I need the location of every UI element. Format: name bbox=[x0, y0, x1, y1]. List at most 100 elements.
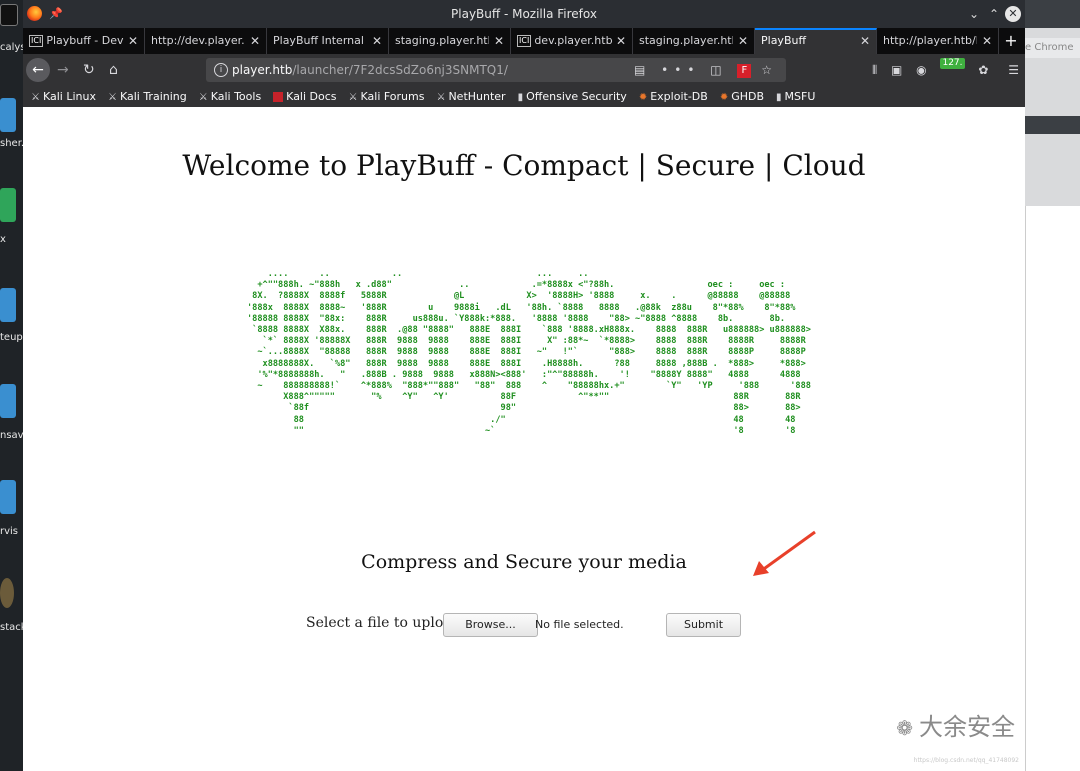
close-tab-icon[interactable]: ✕ bbox=[860, 30, 870, 52]
close-tab-icon[interactable]: ✕ bbox=[250, 28, 260, 54]
offsec-icon: ▮ bbox=[517, 92, 524, 103]
desktop-terminal-icon[interactable] bbox=[0, 4, 18, 26]
desktop-folder-icon[interactable] bbox=[0, 384, 16, 418]
bookmark-item[interactable]: ⚔ Kali Linux bbox=[31, 90, 96, 103]
tab-title: dev.player.htb bbox=[534, 34, 613, 47]
extension-puzzle-icon[interactable]: ✿ bbox=[978, 63, 988, 77]
bookmarks-toolbar: ⚔ Kali Linux ⚔ Kali Training ⚔ Kali Tools K… bbox=[23, 86, 1025, 108]
tab-strip: ICI Playbuff - Dev ✕ http://dev.player.h … bbox=[23, 28, 1025, 54]
address-bar[interactable]: i player.htb/launcher/7F2dcsSdZo6nj3SNMT… bbox=[206, 58, 786, 82]
desktop-folder-icon[interactable] bbox=[0, 98, 16, 132]
tab-title: Playbuff - Dev bbox=[46, 34, 124, 47]
upload-section-heading: Compress and Secure your media bbox=[361, 551, 687, 573]
bookmark-item[interactable]: ▮ MSFU bbox=[776, 90, 815, 103]
pin-icon[interactable]: 📌 bbox=[49, 0, 63, 28]
watermark-url: https://blog.csdn.net/qq_41748092 bbox=[913, 757, 1019, 764]
wechat-icon: ❁ bbox=[896, 716, 913, 740]
bookmark-label: Offensive Security bbox=[526, 90, 627, 103]
bookmark-item[interactable]: ✹ GHDB bbox=[720, 90, 764, 103]
background-window-bar bbox=[1025, 116, 1080, 134]
tab[interactable]: staging.player.htb ✕ bbox=[633, 28, 755, 54]
desktop-folder-icon[interactable] bbox=[0, 288, 16, 322]
minimize-icon[interactable]: ⌄ bbox=[969, 0, 979, 28]
url-path: /launcher/7F2dcsSdZo6nj3SNMTQ1/ bbox=[292, 63, 508, 77]
bookmark-label: Kali Training bbox=[119, 90, 187, 103]
close-tab-icon[interactable]: ✕ bbox=[372, 28, 382, 54]
desktop-label: teup bbox=[0, 332, 23, 343]
watermark: ❁ 大余安全 bbox=[896, 707, 1015, 742]
bookmark-star-icon[interactable]: ☆ bbox=[761, 63, 778, 77]
home-button[interactable]: ⌂ bbox=[109, 58, 118, 82]
close-tab-icon[interactable]: ✕ bbox=[494, 28, 504, 54]
firefox-icon bbox=[27, 6, 42, 21]
tab[interactable]: http://player.htb/l ✕ bbox=[877, 28, 999, 54]
ascii-art-logo: .... .. .. ... .. +^""888h. ~"888h x .d8… bbox=[247, 269, 811, 436]
bookmark-label: Kali Forums bbox=[360, 90, 425, 103]
url-text[interactable]: player.htb/launcher/7F2dcsSdZo6nj3SNMTQ1… bbox=[232, 58, 508, 82]
bookmark-label: Kali Docs bbox=[286, 90, 337, 103]
reload-button[interactable]: ↻ bbox=[83, 58, 95, 82]
tab[interactable]: http://dev.player.h ✕ bbox=[145, 28, 267, 54]
maximize-icon[interactable]: ⌃ bbox=[989, 0, 999, 28]
bookmark-item[interactable]: ⚔ NetHunter bbox=[436, 90, 505, 103]
bookmark-item[interactable]: ▮ Offensive Security bbox=[518, 90, 627, 103]
bookmark-item[interactable]: ⚔ Kali Training bbox=[108, 90, 187, 103]
tab[interactable]: ICI dev.player.htb ✕ bbox=[511, 28, 633, 54]
background-chrome-tab[interactable]: e Chrome bbox=[1025, 38, 1080, 58]
kali-icon: ⚔ bbox=[198, 92, 208, 103]
account-icon[interactable]: ◉ bbox=[916, 63, 926, 77]
tab[interactable]: staging.player.htb/ ✕ bbox=[389, 28, 511, 54]
window-titlebar[interactable]: 📌 PlayBuff - Mozilla Firefox ⌄ ⌃ ✕ bbox=[23, 0, 1025, 28]
page-actions-icon[interactable]: ••• bbox=[661, 63, 700, 77]
offsec-icon: ▮ bbox=[776, 92, 782, 103]
bookmark-label: Kali Tools bbox=[210, 90, 262, 103]
back-button[interactable]: ← bbox=[26, 58, 50, 82]
library-icon[interactable]: ⫴ bbox=[872, 63, 877, 77]
submit-button[interactable]: Submit bbox=[666, 613, 741, 637]
close-tab-icon[interactable]: ✕ bbox=[738, 28, 748, 54]
page-title: Welcome to PlayBuff - Compact | Secure |… bbox=[182, 149, 866, 182]
extension-icon[interactable]: F bbox=[737, 63, 752, 78]
tab-title: PlayBuff bbox=[761, 34, 807, 47]
kali-icon: ⚔ bbox=[436, 92, 446, 103]
bookmark-label: GHDB bbox=[731, 90, 765, 103]
menu-icon[interactable]: ☰ bbox=[1008, 63, 1019, 77]
desktop-label: stack bbox=[0, 622, 23, 633]
tab[interactable]: ICI Playbuff - Dev ✕ bbox=[23, 28, 145, 54]
browse-button[interactable]: Browse... bbox=[443, 613, 538, 637]
close-tab-icon[interactable]: ✕ bbox=[616, 28, 626, 54]
bookmark-item[interactable]: Kali Docs bbox=[273, 90, 337, 103]
close-window-button[interactable]: ✕ bbox=[1005, 6, 1021, 22]
bookmark-item[interactable]: ⚔ Kali Tools bbox=[199, 90, 261, 103]
site-info-icon[interactable]: i bbox=[214, 63, 228, 77]
pocket-icon[interactable]: ◫ bbox=[710, 63, 727, 77]
close-tab-icon[interactable]: ✕ bbox=[128, 28, 138, 54]
bookmark-label: Kali Linux bbox=[42, 90, 96, 103]
tab[interactable]: PlayBuff Internal U ✕ bbox=[267, 28, 389, 54]
desktop-folder-icon[interactable] bbox=[0, 480, 16, 514]
desktop-file-icon[interactable] bbox=[0, 188, 16, 222]
bookmark-label: Exploit-DB bbox=[650, 90, 708, 103]
desktop-label: calys bbox=[0, 42, 23, 53]
kali-icon: ⚔ bbox=[31, 92, 40, 103]
upload-label: Select a file to upload bbox=[306, 615, 461, 631]
background-window: e Chrome bbox=[1025, 0, 1080, 771]
reader-view-icon[interactable]: ▤ bbox=[634, 63, 651, 77]
desktop-label: sher. bbox=[0, 138, 23, 149]
bookmark-label: MSFU bbox=[784, 90, 816, 103]
window-title: PlayBuff - Mozilla Firefox bbox=[451, 7, 597, 21]
tab-favicon: ICI bbox=[29, 35, 44, 47]
annotation-arrow-icon bbox=[753, 530, 816, 576]
foxyproxy-badge[interactable]: 127. bbox=[940, 58, 965, 69]
tab-active[interactable]: PlayBuff ✕ bbox=[755, 28, 877, 54]
bookmark-item[interactable]: ✹ Exploit-DB bbox=[639, 90, 708, 103]
desktop-app-icon[interactable] bbox=[0, 578, 14, 608]
new-tab-button[interactable]: + bbox=[999, 28, 1023, 54]
forward-button[interactable]: → bbox=[57, 58, 69, 82]
address-bar-actions: ▤ ••• ◫ F ☆ bbox=[634, 58, 778, 82]
bookmark-item[interactable]: ⚔ Kali Forums bbox=[349, 90, 425, 103]
background-window-body bbox=[1025, 206, 1080, 771]
sidebar-icon[interactable]: ▣ bbox=[891, 63, 902, 77]
close-tab-icon[interactable]: ✕ bbox=[982, 28, 992, 54]
file-status: No file selected. bbox=[535, 618, 624, 631]
